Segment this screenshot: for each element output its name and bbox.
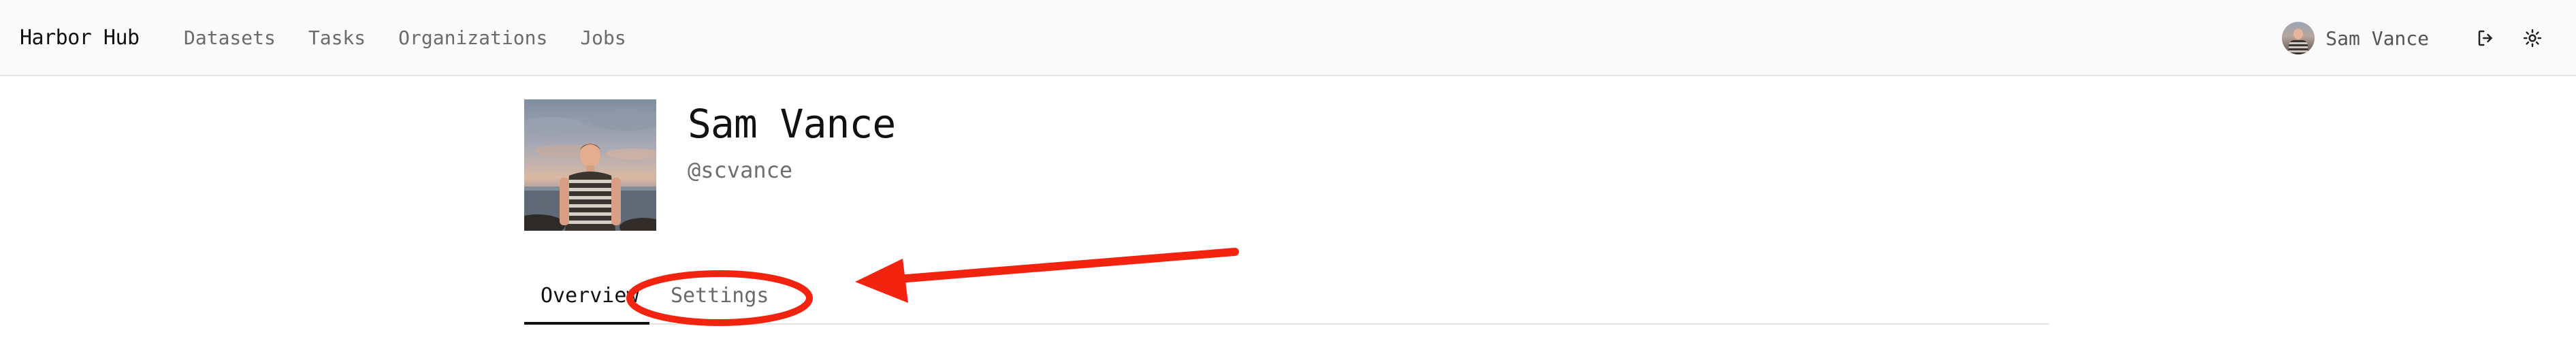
- nav-links: Datasets Tasks Organizations Jobs: [184, 25, 626, 52]
- user-name-link[interactable]: Sam Vance: [2325, 27, 2429, 50]
- nav-link-jobs[interactable]: Jobs: [580, 25, 626, 52]
- profile-tabs: Overview Settings: [524, 276, 2049, 325]
- top-nav: Harbor Hub Datasets Tasks Organizations …: [0, 0, 2576, 76]
- logout-icon[interactable]: [2470, 22, 2502, 54]
- tab-active-indicator: [524, 322, 649, 325]
- red-arrow-shaft: [895, 248, 1239, 283]
- tab-overview[interactable]: Overview: [541, 282, 639, 310]
- brand-logo-link[interactable]: Harbor Hub: [20, 25, 140, 52]
- theme-toggle-sun-icon[interactable]: [2516, 22, 2549, 54]
- user-menu: Sam Vance: [2282, 19, 2549, 57]
- nav-link-datasets[interactable]: Datasets: [184, 25, 276, 52]
- nav-link-tasks[interactable]: Tasks: [308, 25, 366, 52]
- profile-photo: [524, 99, 656, 231]
- profile-page: Harbor Hub Datasets Tasks Organizations …: [0, 0, 2576, 358]
- tab-settings[interactable]: Settings: [671, 282, 769, 310]
- profile-name: Sam Vance: [688, 101, 896, 147]
- profile-handle: @scvance: [688, 157, 793, 183]
- nav-link-organizations[interactable]: Organizations: [398, 25, 547, 52]
- avatar[interactable]: [2282, 22, 2315, 54]
